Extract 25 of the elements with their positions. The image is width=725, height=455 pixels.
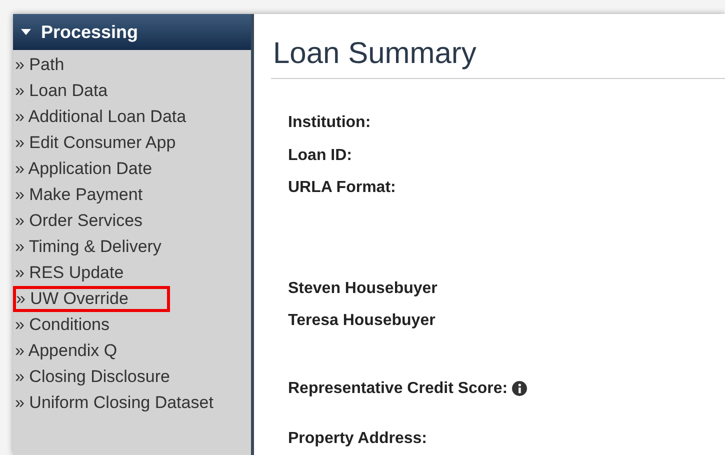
sidebar-link[interactable]: » Path <box>13 52 219 78</box>
sidebar-link[interactable]: » Edit Consumer App <box>13 130 219 156</box>
caret-icon <box>21 29 31 35</box>
sidebar-link[interactable]: » Order Services <box>13 208 219 234</box>
borrower-name: Steven Housebuyer <box>288 278 438 298</box>
field-label: Loan ID: <box>288 146 353 166</box>
field-label: URLA Format: <box>288 178 397 198</box>
field-label: Institution: <box>288 113 372 133</box>
sidebar-link[interactable]: » Additional Loan Data <box>13 104 219 130</box>
section-header[interactable]: Processing <box>13 14 251 50</box>
sidebar-link[interactable]: » Closing Disclosure <box>13 364 219 390</box>
sidebar-link[interactable]: » UW Override <box>13 286 170 312</box>
page-title: Loan Summary <box>273 36 478 72</box>
sidebar-link[interactable]: » Appendix Q <box>13 338 219 364</box>
sidebar-link[interactable]: » Timing & Delivery <box>13 234 219 260</box>
field-label: Property Address: <box>288 429 428 449</box>
borrower-name: Teresa Housebuyer <box>288 311 436 331</box>
sidebar-link[interactable]: » Conditions <box>13 312 219 338</box>
info-icon[interactable] <box>512 381 527 396</box>
sidebar-link[interactable]: » Application Date <box>13 156 219 182</box>
field-label: Representative Credit Score: <box>288 378 508 398</box>
sidebar-link[interactable]: » Uniform Closing Dataset <box>13 390 219 416</box>
sidebar-link[interactable]: » Loan Data <box>13 78 219 104</box>
sidebar-link[interactable]: » RES Update <box>13 260 219 286</box>
sidebar-link[interactable]: » Make Payment <box>13 182 219 208</box>
